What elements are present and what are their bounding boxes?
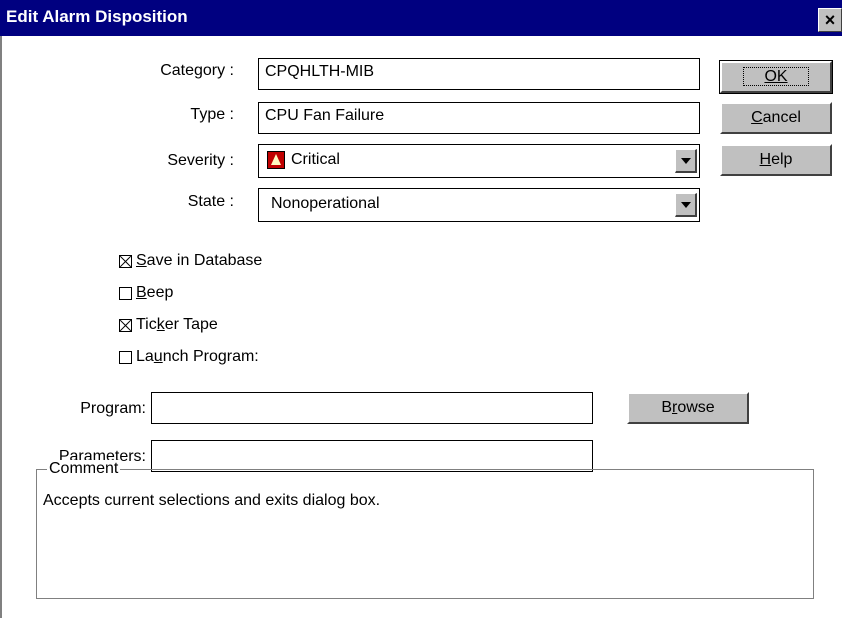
comment-group: Comment Accepts current selections and e… <box>36 460 814 599</box>
help-button-label: elp <box>771 151 793 168</box>
checkbox-label: Ticker Tape <box>136 316 218 333</box>
launch-program-checkbox[interactable]: Launch Program: <box>119 348 259 366</box>
ticker-tape-checkbox[interactable]: Ticker Tape <box>119 316 218 334</box>
checkbox-label: Launch Program: <box>136 348 259 365</box>
category-field[interactable]: CPQHLTH-MIB <box>258 58 700 90</box>
bell-icon <box>267 151 285 169</box>
cancel-button-label: ancel <box>762 109 801 126</box>
program-label: Program: <box>80 400 146 417</box>
ok-button-label: OK <box>743 67 809 86</box>
window-title: Edit Alarm Disposition <box>6 7 188 26</box>
state-label: State : <box>187 193 234 210</box>
comment-text: Accepts current selections and exits dia… <box>43 492 381 509</box>
cancel-button[interactable]: Cancel <box>720 102 832 134</box>
checkbox-box <box>119 286 132 300</box>
browse-label-pre: B <box>661 399 672 416</box>
checkbox-box <box>119 318 132 332</box>
parameters-input[interactable] <box>151 440 593 472</box>
program-input[interactable] <box>151 392 593 424</box>
browse-button[interactable]: Browse <box>627 392 749 424</box>
help-button[interactable]: Help <box>720 144 832 176</box>
checkbox-box <box>119 254 132 268</box>
type-label: Type : <box>190 106 234 123</box>
chevron-down-icon[interactable] <box>675 149 697 173</box>
checkbox-label: Beep <box>136 284 174 301</box>
severity-select[interactable]: Critical <box>258 144 700 178</box>
comment-legend: Comment <box>47 460 121 478</box>
type-field[interactable]: CPU Fan Failure <box>258 102 700 134</box>
beep-checkbox[interactable]: Beep <box>119 284 173 302</box>
ok-button[interactable]: OK <box>719 60 833 94</box>
title-bar: Edit Alarm Disposition × <box>0 0 842 36</box>
category-label: Category : <box>160 62 234 79</box>
state-value: Nonoperational <box>271 195 380 212</box>
severity-value: Critical <box>291 151 340 168</box>
severity-label: Severity : <box>167 152 234 169</box>
checkbox-label: Save in Database <box>136 252 263 269</box>
close-button[interactable]: × <box>818 8 842 32</box>
save-in-database-checkbox[interactable]: Save in Database <box>119 252 262 270</box>
browse-label-post: owse <box>677 399 715 416</box>
cancel-underlined-letter: C <box>751 109 763 126</box>
checkbox-box <box>119 350 132 364</box>
chevron-down-icon[interactable] <box>675 193 697 217</box>
state-select[interactable]: Nonoperational <box>258 188 700 222</box>
help-underlined-letter: H <box>759 151 772 168</box>
